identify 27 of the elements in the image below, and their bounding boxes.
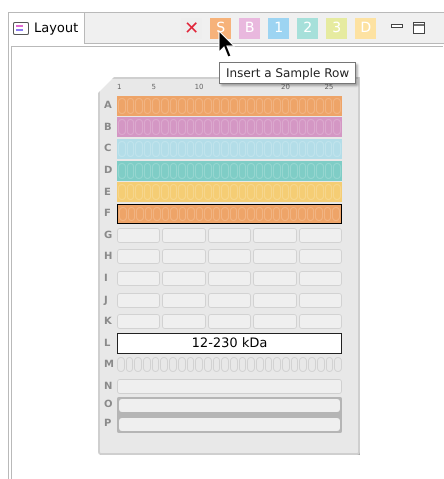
layout-tab[interactable]: Layout xyxy=(9,13,86,44)
row-label: I xyxy=(104,273,109,284)
row-label: F xyxy=(104,208,112,220)
empty-lane[interactable] xyxy=(117,379,342,394)
marker-row[interactable]: 12-230 kDa xyxy=(117,332,342,354)
row-label: J xyxy=(104,294,109,306)
insert-row-button[interactable]: B xyxy=(239,18,260,38)
row-label: M xyxy=(104,359,115,370)
sample-row[interactable] xyxy=(117,204,342,224)
row-label: E xyxy=(104,186,112,198)
row-label: L xyxy=(104,338,112,349)
row-label: O xyxy=(104,399,113,410)
insert-row-button[interactable]: S xyxy=(210,18,232,38)
tooltip: Insert a Sample Row xyxy=(219,62,356,84)
insert-row-button[interactable]: 1 xyxy=(268,18,290,38)
insert-row-button[interactable]: 2 xyxy=(297,18,318,38)
row-label: G xyxy=(104,230,114,241)
maximize-icon[interactable] xyxy=(412,21,426,35)
row-label: H xyxy=(104,251,114,262)
row-label: D xyxy=(104,165,114,176)
row-label: N xyxy=(104,381,114,392)
row-label: P xyxy=(104,418,112,430)
row-label: A xyxy=(104,100,113,112)
row-label: B xyxy=(104,122,113,133)
row-label: K xyxy=(104,316,113,328)
row-label: C xyxy=(104,143,112,154)
layout-icon xyxy=(13,22,29,35)
